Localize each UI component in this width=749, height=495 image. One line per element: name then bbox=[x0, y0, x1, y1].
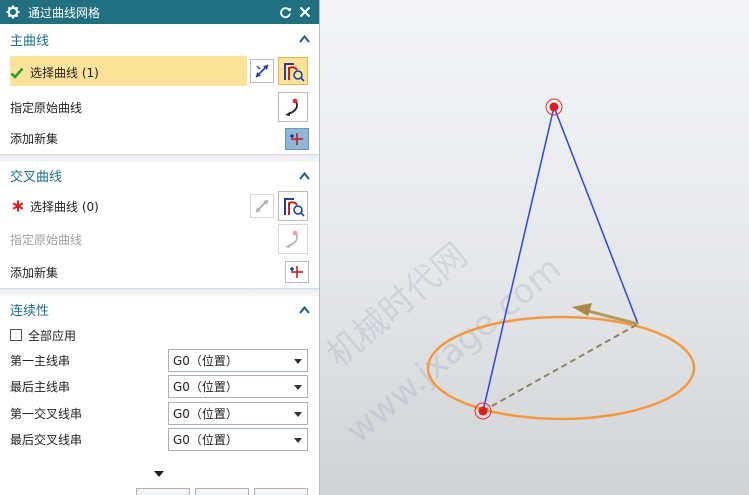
circle-curve[interactable] bbox=[426, 315, 696, 421]
reverse-direction-button-disabled[interactable] bbox=[250, 194, 274, 218]
apex-point-marker[interactable] bbox=[545, 98, 563, 116]
curve-rule-icon bbox=[284, 63, 305, 82]
settings-gear-icon[interactable] bbox=[6, 5, 20, 19]
check-mark-icon bbox=[10, 67, 24, 79]
collapse-chevron-up-icon[interactable] bbox=[299, 171, 310, 180]
first-primary-string-select[interactable]: G0（位置） bbox=[168, 348, 308, 372]
select-value: G0（位置） bbox=[173, 406, 238, 421]
scene-geometry bbox=[426, 98, 696, 421]
dashed-chord bbox=[482, 323, 639, 412]
reverse-direction-button[interactable] bbox=[250, 59, 274, 83]
dropdown-arrow-icon bbox=[294, 438, 302, 444]
cross-specify-origin-row[interactable]: 指定原始曲线 bbox=[0, 223, 319, 256]
primary-add-new-set-label: 添加新集 bbox=[10, 132, 59, 146]
curve-rule-icon bbox=[284, 198, 305, 217]
apply-button[interactable] bbox=[195, 488, 249, 495]
select-value: G0（位置） bbox=[173, 433, 238, 448]
cross-curves-header[interactable]: 交叉曲线 bbox=[0, 162, 319, 189]
cross-add-new-set-label: 添加新集 bbox=[10, 265, 59, 280]
first-primary-string-label: 第一主线串 bbox=[10, 353, 71, 368]
chevron-down-icon bbox=[154, 471, 164, 477]
primary-curves-group: 主曲线 选择曲线 (1) 指定原始曲线 添加新集 bbox=[0, 24, 319, 154]
dropdown-arrow-icon bbox=[294, 385, 302, 391]
select-value: G0（位置） bbox=[173, 353, 238, 368]
primary-select-curve-row[interactable]: 选择曲线 (1) bbox=[0, 54, 319, 91]
select-value: G0（位置） bbox=[173, 380, 238, 395]
continuity-heading: 连续性 bbox=[10, 304, 50, 319]
continuity-row-first-cross: 第一交叉线串 G0（位置） bbox=[0, 400, 319, 427]
more-options-toggle[interactable] bbox=[152, 469, 166, 479]
graphics-viewport[interactable]: 机械时代网 www.jxage.com bbox=[320, 0, 749, 495]
apply-all-label: 全部应用 bbox=[28, 328, 77, 343]
cross-select-curve-row[interactable]: 选择曲线 (0) bbox=[0, 189, 319, 223]
cross-curves-group: 交叉曲线 选择曲线 (0) 指定原始曲线 添加新集 bbox=[0, 162, 319, 288]
through-curve-mesh-dialog: 通过曲线网格 主曲线 选择曲线 (1) 指定原始曲线 添加新集 交叉曲线 选择曲… bbox=[0, 0, 320, 495]
first-cross-string-select[interactable]: G0（位置） bbox=[168, 401, 308, 425]
reset-icon[interactable] bbox=[277, 4, 293, 20]
cross-add-new-set-row[interactable]: 添加新集 bbox=[0, 256, 319, 288]
last-cross-string-select[interactable]: G0（位置） bbox=[168, 428, 308, 452]
first-cross-string-label: 第一交叉线串 bbox=[10, 406, 83, 421]
origin-curve-icon bbox=[285, 98, 298, 116]
collapse-chevron-up-icon[interactable] bbox=[299, 35, 310, 43]
collapse-chevron-up-icon[interactable] bbox=[299, 305, 310, 314]
continuity-row-last-cross: 最后交叉线串 G0（位置） bbox=[0, 427, 319, 454]
apply-all-row[interactable]: 全部应用 bbox=[0, 323, 319, 347]
close-icon[interactable] bbox=[297, 4, 313, 20]
primary-specify-origin-row[interactable]: 指定原始曲线 bbox=[0, 91, 319, 123]
last-cross-string-label: 最后交叉线串 bbox=[10, 433, 83, 448]
primary-add-set-button[interactable] bbox=[285, 128, 309, 150]
ok-button[interactable] bbox=[136, 488, 190, 495]
last-primary-string-select[interactable]: G0（位置） bbox=[168, 375, 308, 399]
group-separator bbox=[0, 288, 319, 296]
primary-origin-curve-button[interactable] bbox=[278, 92, 308, 122]
primary-add-new-set-row[interactable]: 添加新集 bbox=[0, 123, 319, 154]
curve-rule-button[interactable] bbox=[278, 191, 308, 221]
add-set-plus-icon bbox=[290, 133, 303, 145]
group-separator bbox=[0, 154, 319, 162]
continuity-row-last-primary: 最后主线串 G0（位置） bbox=[0, 374, 319, 401]
primary-specify-origin-label: 指定原始曲线 bbox=[10, 100, 83, 115]
reverse-direction-icon bbox=[255, 199, 269, 213]
primary-line-left[interactable] bbox=[482, 106, 555, 412]
cancel-button[interactable] bbox=[254, 488, 308, 495]
last-primary-string-label: 最后主线串 bbox=[10, 380, 71, 395]
dropdown-arrow-icon bbox=[294, 411, 302, 417]
cross-specify-origin-label: 指定原始曲线 bbox=[10, 233, 83, 247]
primary-curves-header[interactable]: 主曲线 bbox=[0, 24, 319, 54]
primary-line-right[interactable] bbox=[553, 106, 639, 325]
continuity-group: 连续性 全部应用 第一主线串 G0（位置） 最后主线串 G0（位置） 第一交叉线… bbox=[0, 296, 319, 453]
dropdown-arrow-icon bbox=[294, 358, 302, 364]
primary-curves-heading: 主曲线 bbox=[10, 33, 50, 49]
apply-all-checkbox[interactable] bbox=[10, 329, 22, 341]
origin-curve-icon bbox=[285, 230, 298, 248]
required-asterisk-icon bbox=[10, 200, 26, 212]
continuity-header[interactable]: 连续性 bbox=[0, 296, 319, 323]
continuity-row-first-primary: 第一主线串 G0（位置） bbox=[0, 347, 319, 374]
dialog-title-bar[interactable]: 通过曲线网格 bbox=[0, 0, 319, 24]
cross-curves-heading: 交叉曲线 bbox=[10, 170, 63, 185]
dialog-title: 通过曲线网格 bbox=[28, 5, 101, 20]
primary-select-curve-label: 选择曲线 (1) bbox=[30, 66, 99, 80]
cross-add-set-button[interactable] bbox=[285, 261, 309, 283]
reverse-direction-icon bbox=[255, 64, 269, 78]
add-set-plus-icon bbox=[290, 266, 303, 278]
curve-rule-button[interactable] bbox=[278, 57, 308, 85]
cross-select-curve-label: 选择曲线 (0) bbox=[30, 199, 99, 214]
cross-origin-curve-button[interactable] bbox=[278, 224, 308, 254]
